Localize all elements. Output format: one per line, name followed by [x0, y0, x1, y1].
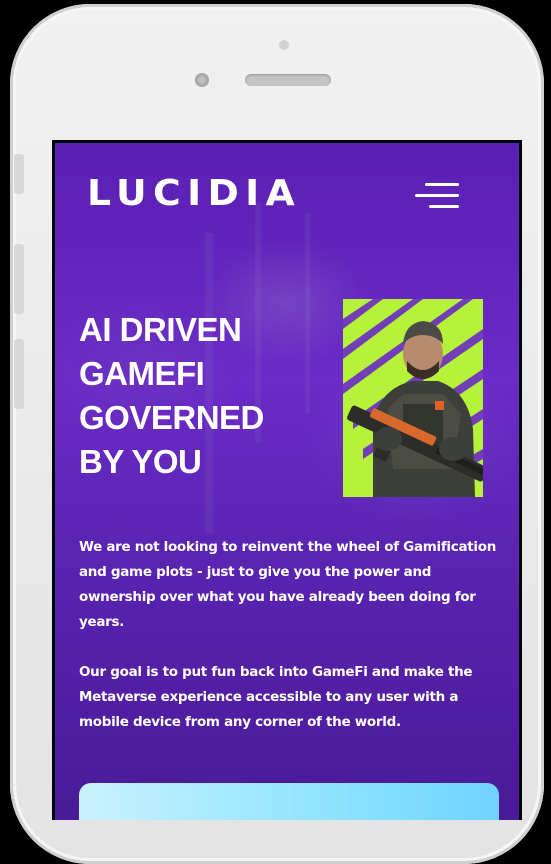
hamburger-menu-icon[interactable]: [415, 181, 459, 211]
hero-title-line: BY YOU: [79, 443, 202, 480]
cta-button[interactable]: [79, 783, 499, 820]
hero-title: AI DRIVEN GAMEFI GOVERNED BY YOU: [79, 308, 339, 484]
hero-title-line: AI DRIVEN: [79, 311, 242, 348]
lucidia-logo[interactable]: LUCIDIA: [87, 173, 301, 214]
phone-side-button: [14, 154, 24, 194]
phone-volume-up-button: [14, 244, 24, 314]
intro-paragraph: We are not looking to reinvent the wheel…: [79, 539, 497, 630]
phone-screen: LUCIDIA AI DRIVEN GAMEFI GOVERNED BY YOU: [52, 140, 522, 820]
phone-camera-icon: [279, 40, 289, 50]
phone-sensor-icon: [195, 73, 209, 87]
soldier-illustration: [343, 299, 483, 497]
phone-speaker: [245, 74, 331, 86]
goal-paragraph: Our goal is to put fun back into GameFi …: [79, 664, 473, 730]
hero-title-line: GOVERNED: [79, 399, 264, 436]
hero-section: LUCIDIA AI DRIVEN GAMEFI GOVERNED BY YOU: [55, 143, 519, 820]
soldier-character-image: [343, 299, 483, 497]
hero-title-line: GAMEFI: [79, 355, 205, 392]
phone-volume-down-button: [14, 339, 24, 409]
phone-frame: LUCIDIA AI DRIVEN GAMEFI GOVERNED BY YOU: [10, 4, 544, 864]
